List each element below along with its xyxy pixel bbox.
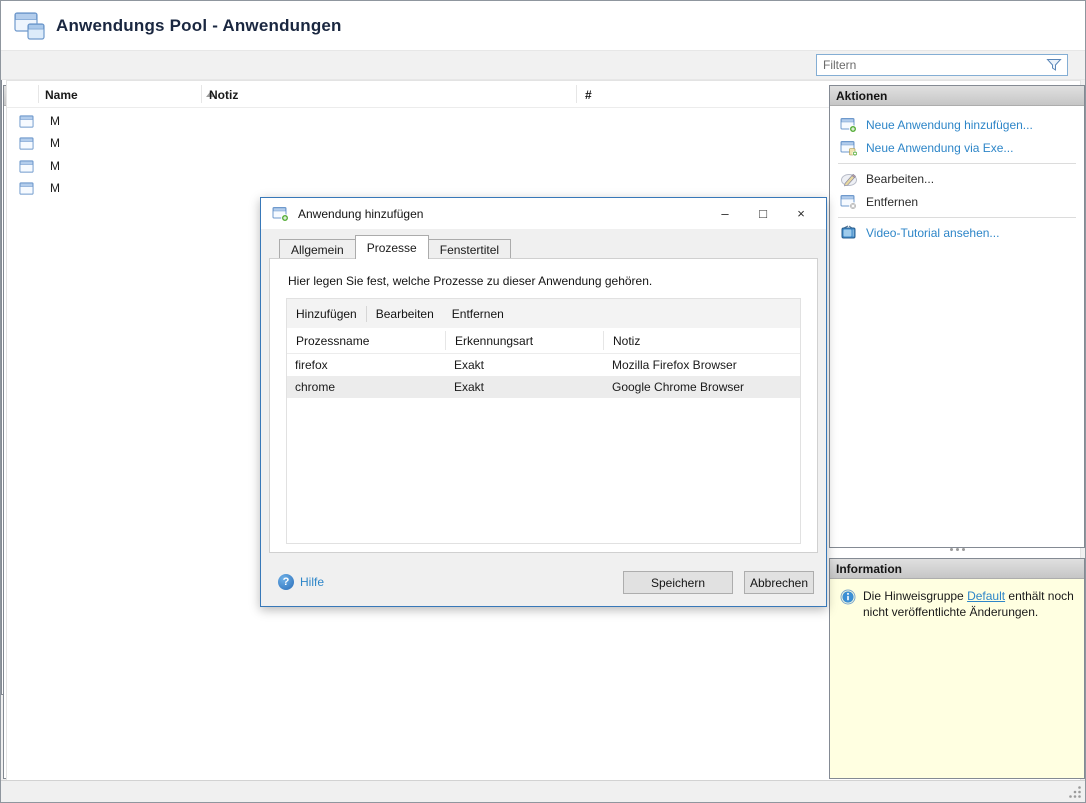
main-header: Anwendungs Pool - Anwendungen [1,1,1085,50]
new-application-icon [840,117,858,133]
dialog-tabstrip: Allgemein Prozesse Fenstertitel [279,237,510,259]
filter-band [1,50,1085,80]
filter-funnel-icon[interactable] [1046,58,1062,72]
process-row-chrome[interactable]: chrome Exakt Google Chrome Browser [287,376,800,398]
actions-separator [838,217,1076,218]
dialog-title-bar[interactable]: Anwendung hinzufügen – □ × [261,198,826,229]
application-icon [18,181,35,196]
information-body: Die Hinweisgruppe Default enthält noch n… [830,579,1084,778]
information-header-label: Information [836,562,902,576]
application-window: IBI-aws Admin 1.21.0 - registriert für I… [0,0,1086,803]
process-add-button[interactable]: Hinzufügen [287,307,366,321]
information-panel: Information Die Hinweisgruppe Default en… [829,558,1085,779]
dialog-maximize-icon[interactable]: □ [744,198,782,229]
prozesse-tab-panel: Hier legen Sie fest, welche Prozesse zu … [269,258,818,553]
info-icon [840,589,856,605]
filter-input[interactable] [817,58,1046,72]
actions-panel-header: Aktionen [830,86,1084,106]
remove-application-icon [840,194,858,210]
actions-separator [838,163,1076,164]
save-button[interactable]: Speichern [623,571,733,594]
dialog-close-icon[interactable]: × [782,198,820,229]
default-group-link[interactable]: Default [967,589,1005,603]
page-title: Anwendungs Pool - Anwendungen [56,16,342,36]
tab-fenstertitel[interactable]: Fenstertitel [428,239,511,259]
information-panel-header: Information [830,559,1084,579]
help-link[interactable]: ? Hilfe [278,574,324,590]
resize-grip-icon[interactable] [1068,785,1082,799]
dialog-icon [272,206,290,222]
video-tutorial-icon [840,225,858,241]
process-row-firefox[interactable]: firefox Exakt Mozilla Firefox Browser [287,354,800,376]
process-edit-button[interactable]: Bearbeiten [367,307,443,321]
actions-header-label: Aktionen [836,89,887,103]
column-header-notiz[interactable]: Notiz [604,328,640,354]
column-header-erkennungsart[interactable]: Erkennungsart [446,328,604,354]
tab-allgemein[interactable]: Allgemein [279,239,356,259]
information-message: Die Hinweisgruppe Default enthält noch n… [863,588,1074,620]
help-icon: ? [278,574,294,590]
column-header-notiz[interactable]: Notiz [209,81,238,108]
column-header-name[interactable]: Name [45,81,214,108]
process-toolbar: Hinzufügen Bearbeiten Entfernen [286,298,801,329]
dialog-title: Anwendung hinzufügen [298,207,423,221]
dialog-footer: ? Hilfe Speichern Abbrechen [261,562,826,606]
process-table-header: Prozessname Erkennungsart Notiz [287,328,800,354]
applications-page-icon [14,11,46,41]
tab-prozesse[interactable]: Prozesse [355,235,429,259]
column-header-count[interactable]: # [585,81,592,108]
application-icon [18,136,35,151]
action-new-application-exe[interactable]: Neue Anwendung via Exe... [840,137,1084,158]
new-application-exe-icon [840,140,858,156]
status-bar [1,780,1085,802]
processes-description: Hier legen Sie fest, welche Prozesse zu … [288,274,652,288]
filter-box [816,54,1068,76]
column-divider [38,85,39,103]
application-icon [18,159,35,174]
help-label: Hilfe [300,575,324,589]
action-video-tutorial[interactable]: Video-Tutorial ansehen... [840,222,1084,243]
dialog-controls: – □ × [706,198,820,229]
dialog-minimize-icon[interactable]: – [706,198,744,229]
column-divider[interactable] [201,85,202,103]
cancel-button[interactable]: Abbrechen [744,571,814,594]
column-divider[interactable] [445,331,446,350]
column-divider[interactable] [576,85,577,103]
application-icon [18,114,35,129]
column-divider[interactable] [603,331,604,350]
action-new-application[interactable]: Neue Anwendung hinzufügen... [840,114,1084,135]
process-table: Prozessname Erkennungsart Notiz firefox … [286,328,801,544]
edit-pencil-icon [840,171,858,187]
action-remove[interactable]: Entfernen [840,191,1084,212]
column-header-prozessname[interactable]: Prozessname [287,328,446,354]
action-edit[interactable]: Bearbeiten... [840,168,1084,189]
process-remove-button[interactable]: Entfernen [443,307,513,321]
panel-splitter-handle[interactable] [829,545,1085,553]
add-application-dialog: Anwendung hinzufügen – □ × Allgemein Pro… [260,197,827,607]
actions-panel: Aktionen Neue Anwendung hinzufügen... [829,85,1085,548]
